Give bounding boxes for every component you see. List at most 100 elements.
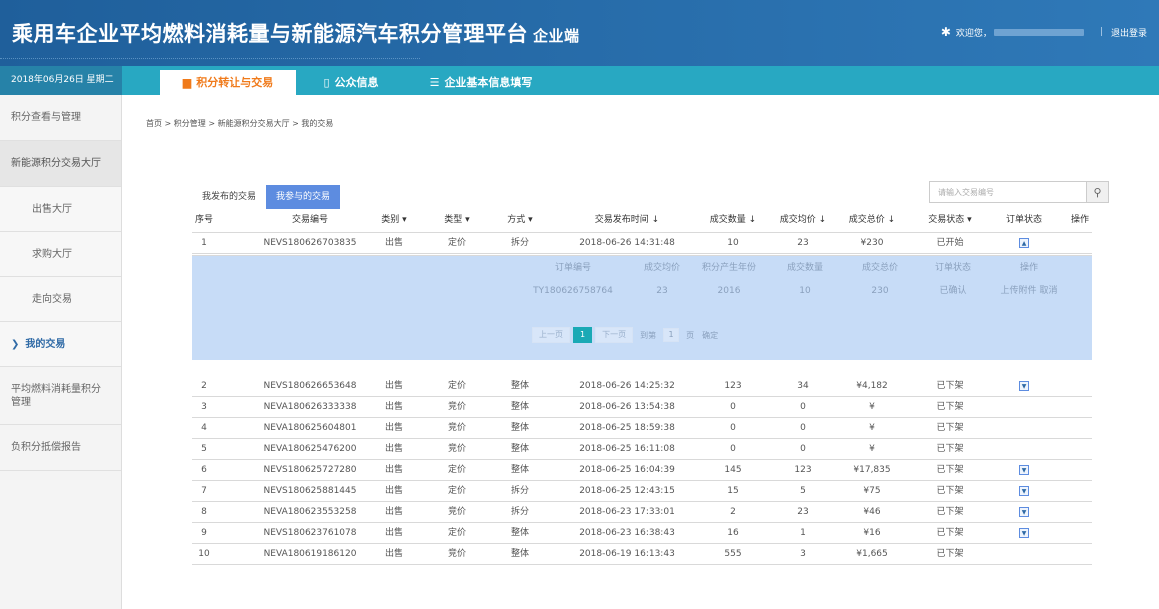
cell-status: 已下架 xyxy=(936,465,964,475)
cell-code: NEVS180623761078 xyxy=(263,528,357,538)
cell-method: 整体 xyxy=(510,423,529,433)
sidebar-item-directed-trade[interactable]: 走向交易 xyxy=(0,277,121,322)
table-row[interactable]: 2 NEVS180626653648 出售 定价 整体 2018-06-26 14:25:… xyxy=(192,376,1092,396)
cell-total: ¥4,182 xyxy=(856,381,888,391)
cell-category: 出售 xyxy=(384,465,403,475)
page-1-button[interactable]: 1 xyxy=(573,327,593,343)
cell-type: 定价 xyxy=(447,238,466,248)
cell-no: 2 xyxy=(201,381,207,391)
column-header[interactable]: 方式 ▾ xyxy=(495,210,545,230)
table-row[interactable]: 8 NEVA180623553258 出售 竞价 拆分 2018-06-23 17:33:… xyxy=(192,502,1092,522)
form-icon: ☰ xyxy=(429,76,440,89)
column-header: 操作 xyxy=(1070,215,1089,225)
search-input[interactable] xyxy=(930,182,1086,202)
expand-icon[interactable]: ▼ xyxy=(1019,380,1029,391)
collapse-icon[interactable]: ▲ xyxy=(1019,237,1029,248)
column-header[interactable]: 交易状态 ▾ xyxy=(915,210,985,230)
sidebar-item-credit-view[interactable]: 积分查看与管理 xyxy=(0,95,121,141)
column-header[interactable]: 成交数量 ↓ xyxy=(698,210,768,230)
table-row[interactable]: 5 NEVA180625476200 出售 竞价 整体 2018-06-25 16:11:… xyxy=(192,439,1092,459)
cell-category: 出售 xyxy=(384,528,403,538)
cell-time: 2018-06-19 16:13:43 xyxy=(579,549,675,559)
cell-category: 出售 xyxy=(384,486,403,496)
search-button[interactable]: ⚲ xyxy=(1086,182,1108,202)
cell-total: ¥75 xyxy=(863,486,881,496)
detail-header: 成交均价 xyxy=(643,263,680,273)
cell-qty: 0 xyxy=(730,423,736,433)
app-title-text: 乘用车企业平均燃料消耗量与新能源汽车积分管理平台 xyxy=(12,22,528,46)
cell-category: 出售 xyxy=(384,549,403,559)
logout-link[interactable]: 退出登录 xyxy=(1111,26,1147,39)
cell-code: NEVS180626653648 xyxy=(263,381,357,391)
table-row[interactable]: 6 NEVS180625727280 出售 定价 整体 2018-06-25 16:04:… xyxy=(192,460,1092,480)
column-header[interactable]: 成交均价 ↓ xyxy=(773,210,833,230)
cell-no: 8 xyxy=(201,507,207,517)
cell-category: 出售 xyxy=(384,423,403,433)
cell-code: NEVA180623553258 xyxy=(263,507,357,517)
cell-qty: 0 xyxy=(730,444,736,454)
column-header[interactable]: 成交总价 ↓ xyxy=(837,210,907,230)
cell-qty: 0 xyxy=(730,402,736,412)
cell-method: 拆分 xyxy=(510,486,529,496)
sidebar: 积分查看与管理 新能源积分交易大厅 出售大厅 求购大厅 走向交易 ❯ 我的交易 平… xyxy=(0,95,122,609)
tab-my-participated[interactable]: 我参与的交易 xyxy=(266,185,341,209)
document-icon: ▯ xyxy=(323,76,330,89)
cell-method: 整体 xyxy=(510,402,529,412)
detail-qty: 10 xyxy=(799,286,811,296)
gear-icon[interactable]: ✱ xyxy=(941,25,951,39)
next-page-button[interactable]: 下一页 xyxy=(595,327,634,343)
sidebar-item-nev-trading-hall[interactable]: 新能源积分交易大厅 xyxy=(0,141,121,187)
column-header[interactable]: 类别 ▾ xyxy=(369,210,419,230)
sidebar-item-fuel-credit[interactable]: 平均燃料消耗量积分管理 xyxy=(0,367,121,425)
expand-icon[interactable]: ▼ xyxy=(1019,485,1029,496)
cell-status: 已下架 xyxy=(936,402,964,412)
table-row[interactable]: 9 NEVS180623761078 出售 定价 整体 2018-06-23 16:38:… xyxy=(192,523,1092,543)
cell-time: 2018-06-23 16:38:43 xyxy=(579,528,675,538)
expand-icon[interactable]: ▼ xyxy=(1019,464,1029,475)
table-row[interactable]: 10 NEVA180619186120 出售 竞价 整体 2018-06-19 16:13… xyxy=(192,544,1092,564)
cell-method: 整体 xyxy=(510,528,529,538)
tab-company-info[interactable]: ☰ 企业基本信息填写 xyxy=(406,70,556,95)
cell-avg: 23 xyxy=(797,238,809,248)
cell-code: NEVS180625727280 xyxy=(263,465,357,475)
detail-status: 已确认 xyxy=(939,286,967,296)
cancel-order-link[interactable]: 取消 xyxy=(1039,286,1057,296)
cell-avg: 3 xyxy=(800,549,806,559)
main-tabs: ▆ 积分转让与交易 ▯ 公众信息 ☰ 企业基本信息填写 xyxy=(160,70,556,95)
column-header[interactable]: 类型 ▾ xyxy=(432,210,482,230)
cell-method: 整体 xyxy=(510,381,529,391)
sidebar-item-purchase-hall[interactable]: 求购大厅 xyxy=(0,232,121,277)
cell-method: 整体 xyxy=(510,465,529,475)
confirm-page-button[interactable]: 确定 xyxy=(702,330,718,341)
cell-type: 定价 xyxy=(447,381,466,391)
tab-my-published[interactable]: 我发布的交易 xyxy=(192,185,266,209)
upload-attachment-link[interactable]: 上传附件 xyxy=(1001,286,1037,296)
table-row[interactable]: 4 NEVA180625604801 出售 竞价 整体 2018-06-25 18:59:… xyxy=(192,418,1092,438)
app-title: 乘用车企业平均燃料消耗量与新能源汽车积分管理平台 企业端 xyxy=(12,18,580,48)
table-row[interactable]: 1 NEVS180626703835 出售 定价 拆分 2018-06-26 14:31:… xyxy=(192,233,1092,253)
cell-time: 2018-06-25 12:43:15 xyxy=(579,486,675,496)
detail-order-id: TY180626758764 xyxy=(533,286,613,296)
tab-credit-transfer[interactable]: ▆ 积分转让与交易 xyxy=(160,70,296,95)
table-row[interactable]: 7 NEVS180625881445 出售 定价 拆分 2018-06-25 12:43:… xyxy=(192,481,1092,501)
cell-total: ¥230 xyxy=(860,238,884,248)
expand-icon[interactable]: ▼ xyxy=(1019,506,1029,517)
column-header[interactable]: 交易发布时间 ↓ xyxy=(552,210,702,230)
cell-method: 拆分 xyxy=(510,238,529,248)
page-number-input[interactable]: 1 xyxy=(663,328,680,342)
table-row[interactable]: 3 NEVA180626333338 出售 竞价 整体 2018-06-26 13:54:… xyxy=(192,397,1092,417)
order-toggle-cell: ▼ xyxy=(994,481,1054,501)
sidebar-item-negative-credit-report[interactable]: 负积分抵偿报告 xyxy=(0,425,121,471)
detail-actions: 上传附件 取消 xyxy=(989,281,1069,301)
prev-page-button[interactable]: 上一页 xyxy=(532,327,570,343)
sidebar-item-sale-hall[interactable]: 出售大厅 xyxy=(0,187,121,232)
cell-type: 竞价 xyxy=(447,549,466,559)
sidebar-item-my-trades[interactable]: ❯ 我的交易 xyxy=(0,322,121,367)
expand-icon[interactable]: ▼ xyxy=(1019,527,1029,538)
cell-time: 2018-06-23 17:33:01 xyxy=(579,507,675,517)
cell-avg: 23 xyxy=(797,507,809,517)
cell-status: 已下架 xyxy=(936,549,964,559)
tab-public-info[interactable]: ▯ 公众信息 xyxy=(296,70,406,95)
cell-avg: 34 xyxy=(797,381,809,391)
cell-no: 4 xyxy=(201,423,207,433)
